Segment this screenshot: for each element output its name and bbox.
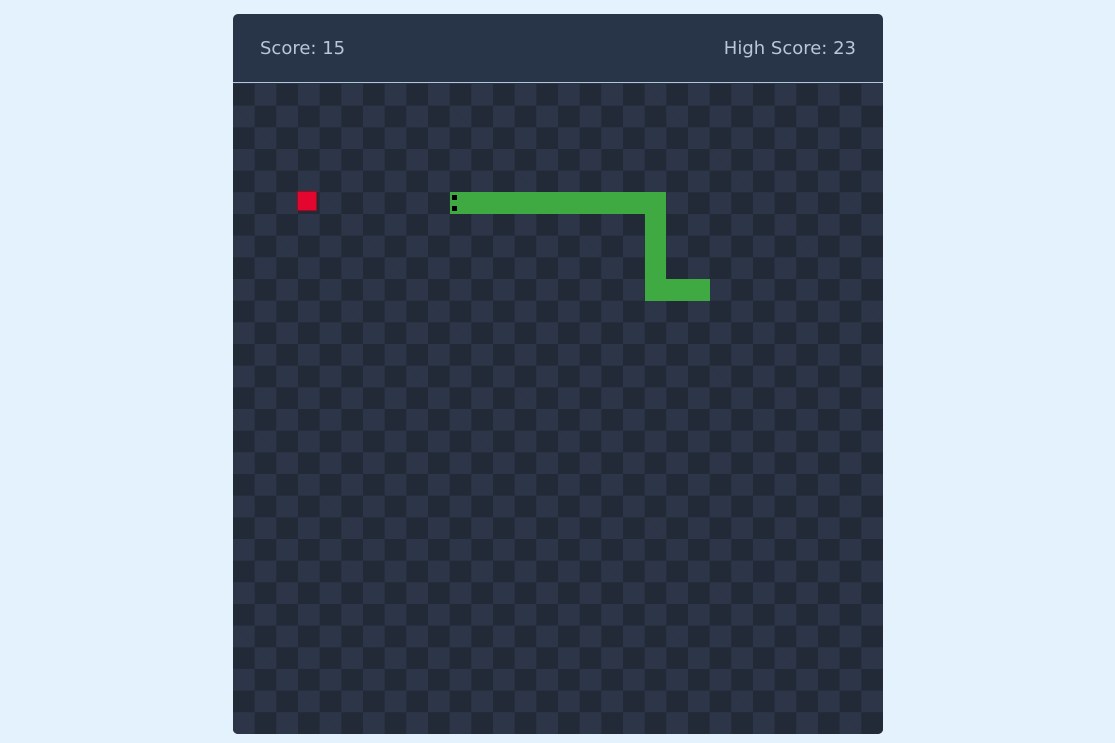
- snake-head-segment: [449, 192, 667, 214]
- game-board[interactable]: [233, 84, 883, 734]
- snake-body-segment: [644, 279, 710, 301]
- score-header: Score: 15 High Score: 23: [233, 14, 883, 83]
- snake-eye-top: [451, 195, 457, 201]
- score-label: Score: 15: [260, 37, 346, 59]
- game-wrapper: Score: 15 High Score: 23: [233, 14, 883, 734]
- snake-eye-bottom: [451, 206, 457, 212]
- food: [297, 191, 317, 211]
- high-score-label: High Score: 23: [723, 37, 856, 59]
